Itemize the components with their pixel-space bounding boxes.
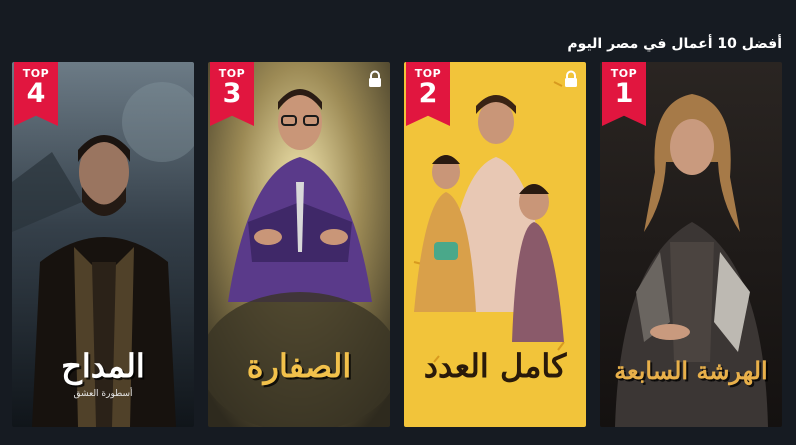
poster-title-logo: الهرشة السابعة	[614, 356, 768, 385]
poster-subtitle: أسطورة العشق	[73, 389, 133, 399]
poster-card-rank-2[interactable]: TOP 2 كامل العدد	[404, 62, 586, 427]
poster-title-logo: الصفارة	[246, 347, 352, 385]
poster-title-logo: كامل العدد	[423, 347, 567, 385]
lock-icon	[565, 70, 577, 87]
poster-card-rank-4[interactable]: TOP 4 المداح أسطورة العشق	[12, 62, 194, 427]
poster-card-rank-3[interactable]: TOP 3 الصفارة	[208, 62, 390, 427]
poster-title-logo: المداح	[61, 347, 145, 385]
lock-icon	[369, 70, 381, 87]
top10-row: TOP 4 المداح أسطورة العشق TOP 3 الصفارة …	[12, 62, 782, 427]
section-title: أفضل 10 أعمال في مصر اليوم	[567, 36, 782, 52]
poster-card-rank-1[interactable]: TOP 1 الهرشة السابعة	[600, 62, 782, 427]
